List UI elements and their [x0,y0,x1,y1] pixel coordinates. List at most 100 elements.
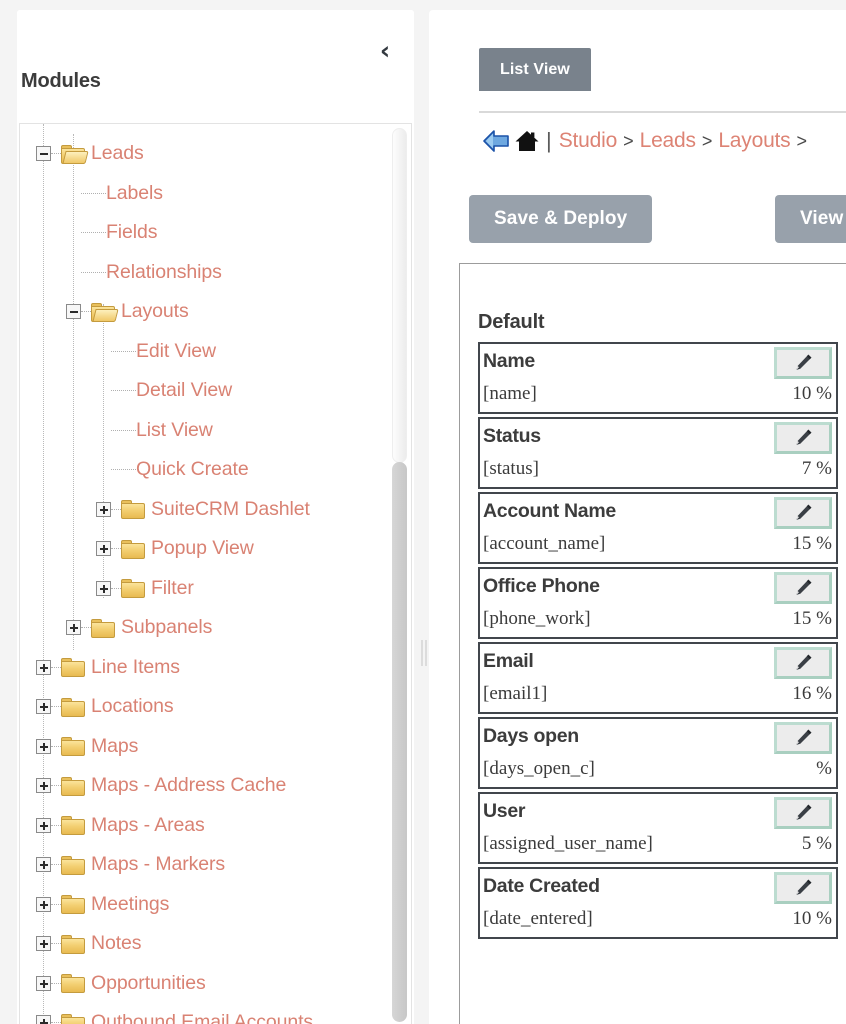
tree-node-label[interactable]: Locations [91,695,174,718]
tree-node-label[interactable]: Quick Create [136,458,249,481]
layout-field-row[interactable]: Account Name [account_name] 15 % [478,492,838,564]
tree-expand-icon[interactable] [36,778,51,794]
tree-node-label[interactable]: List View [136,419,213,442]
tree-node-label[interactable]: Maps - Markers [91,853,225,876]
tree-expand-icon[interactable] [96,580,111,596]
layout-field-row[interactable]: Days open [days_open_c]% [478,717,838,789]
view-history-button[interactable]: View [775,195,846,243]
folder-closed-icon [61,776,86,796]
tree-node[interactable]: Fields [20,213,394,253]
layout-field-row[interactable]: Office Phone [phone_work] 15 % [478,567,838,639]
tree-node-label[interactable]: Maps [91,735,138,758]
edit-field-button[interactable] [774,722,832,754]
tree-node-label[interactable]: Maps - Areas [91,814,205,837]
tab-underline [479,111,846,113]
tree-collapse-icon[interactable] [66,304,81,320]
tree-node[interactable]: Notes [20,924,394,964]
tree-node[interactable]: Edit View [20,332,394,372]
sidebar-scrollbar-thumb-upper[interactable] [392,128,407,463]
tree-expand-icon[interactable] [36,936,51,952]
layout-field-row[interactable]: Email [email1] 16 % [478,642,838,714]
breadcrumb-item-layouts[interactable]: Layouts [718,129,790,153]
tree-node[interactable]: Relationships [20,253,394,293]
breadcrumb-item-leads[interactable]: Leads [640,129,696,153]
tree-node-label[interactable]: Detail View [136,379,232,402]
tree-node-label[interactable]: Subpanels [121,616,212,639]
tree-connector-line [81,232,106,234]
home-icon[interactable] [513,128,541,154]
tree-expand-icon[interactable] [36,975,51,991]
tree-node[interactable]: Opportunities [20,964,394,1004]
sidebar-header: ‹ Modules [17,10,414,123]
tab-list-view[interactable]: List View [479,48,591,91]
edit-field-button[interactable] [774,647,832,679]
layout-field-row[interactable]: Name [name] 10 % [478,342,838,414]
tree-expand-icon[interactable] [36,817,51,833]
tree-node[interactable]: Maps - Address Cache [20,766,394,806]
tree-node-label[interactable]: Opportunities [91,972,206,995]
tree-node-label[interactable]: Line Items [91,656,180,679]
tree-node[interactable]: SuiteCRM Dashlet [20,490,394,530]
edit-field-button[interactable] [774,422,832,454]
tree-node[interactable]: Line Items [20,648,394,688]
tree-expand-icon[interactable] [36,659,51,675]
chevron-left-icon[interactable]: ‹ [372,38,398,65]
tree-expand-icon[interactable] [96,541,111,557]
tree-node[interactable]: Meetings [20,885,394,925]
tree-node-label[interactable]: Popup View [151,537,254,560]
field-label: Office Phone [483,575,600,597]
tree-node[interactable]: Maps [20,727,394,767]
tree-node[interactable]: Maps - Areas [20,806,394,846]
tree-node[interactable]: Popup View [20,529,394,569]
tree-node-label[interactable]: Edit View [136,340,216,363]
tree-node-label[interactable]: Maps - Address Cache [91,774,286,797]
tree-node-label[interactable]: Filter [151,577,194,600]
tree-node-label[interactable]: Layouts [121,300,189,323]
breadcrumb-item-studio[interactable]: Studio [559,129,618,153]
edit-field-button[interactable] [774,572,832,604]
edit-field-button[interactable] [774,497,832,529]
layout-field-row[interactable]: Date Created [date_entered] 10 % [478,867,838,939]
back-arrow-icon[interactable] [481,128,511,154]
folder-closed-icon [61,894,86,915]
tree-node[interactable]: Detail View [20,371,394,411]
tree-node[interactable]: Labels [20,174,394,214]
edit-field-button[interactable] [774,347,832,379]
tree-expand-icon[interactable] [36,699,51,715]
tree-expand-icon[interactable] [66,620,81,636]
tree-node[interactable]: Outbound Email Accounts [20,1003,394,1024]
tree-node-label[interactable]: Notes [91,932,142,955]
tree-node-label[interactable]: Outbound Email Accounts [91,1011,313,1024]
panel-splitter-handle[interactable] [420,640,428,666]
layout-field-row[interactable]: User [assigned_user_name] 5 % [478,792,838,864]
tree-node-label[interactable]: Leads [91,142,144,165]
tree-expand-icon[interactable] [36,1015,51,1024]
tree-expand-icon[interactable] [36,857,51,873]
tree-node[interactable]: Filter [20,569,394,609]
tree-node-label[interactable]: SuiteCRM Dashlet [151,498,310,521]
tree-node[interactable]: Subpanels [20,608,394,648]
tree-node[interactable]: Leads [20,134,394,174]
layout-field-row[interactable]: Status [status] 7 % [478,417,838,489]
save-and-deploy-button[interactable]: Save & Deploy [469,195,653,243]
tree-expand-icon[interactable] [36,896,51,912]
tree-node-label[interactable]: Labels [106,182,163,205]
tree-connector-line [51,785,61,787]
folder-closed-icon [91,618,116,638]
sidebar-scrollbar-thumb[interactable] [392,462,407,1022]
tree-node[interactable]: Locations [20,687,394,727]
tree-connector-line [51,706,61,708]
tree-connector-line [111,350,136,352]
tree-node-label[interactable]: Relationships [106,261,222,284]
tree-collapse-icon[interactable] [36,146,51,162]
tree-node-label[interactable]: Meetings [91,893,169,916]
edit-field-button[interactable] [774,797,832,829]
tree-node-label[interactable]: Fields [106,221,158,244]
tree-node[interactable]: Quick Create [20,450,394,490]
edit-field-button[interactable] [774,872,832,904]
tree-expand-icon[interactable] [36,738,51,754]
tree-node[interactable]: Maps - Markers [20,845,394,885]
tree-expand-icon[interactable] [96,501,111,517]
tree-node[interactable]: List View [20,411,394,451]
tree-node[interactable]: Layouts [20,292,394,332]
